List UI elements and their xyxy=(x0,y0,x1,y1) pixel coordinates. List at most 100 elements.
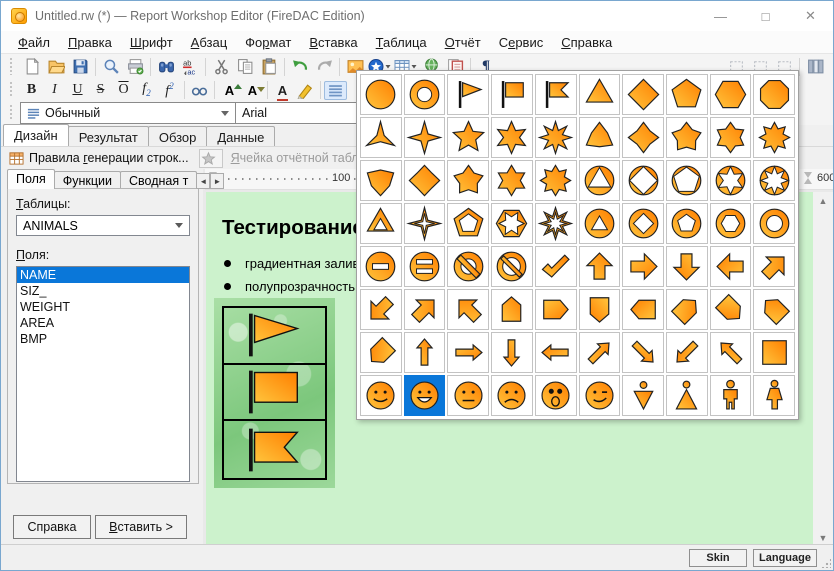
shape-circle-minus[interactable] xyxy=(360,246,402,287)
shape-blunt-arrow-nw[interactable] xyxy=(753,289,795,330)
shape-person-man[interactable] xyxy=(710,375,752,416)
shape-square[interactable] xyxy=(753,332,795,373)
replace-button[interactable]: abac xyxy=(178,56,202,78)
right-indent-marker[interactable] xyxy=(803,172,812,186)
menu-item[interactable]: Отчёт xyxy=(436,33,490,52)
insert-button[interactable]: Вставить > xyxy=(95,515,187,539)
shape-arrow-up-right[interactable] xyxy=(753,246,795,287)
menu-item[interactable]: Формат xyxy=(236,33,300,52)
shape-thin-arrow-nw[interactable] xyxy=(710,332,752,373)
shape-circle-hole-hexagon[interactable] xyxy=(710,203,752,244)
shape-star4-frame[interactable] xyxy=(404,203,446,244)
shape-pentagon[interactable] xyxy=(666,74,708,115)
shape-puff8[interactable] xyxy=(753,117,795,158)
paste-button[interactable] xyxy=(257,56,281,78)
shape-checkmark[interactable] xyxy=(535,246,577,287)
justify-button[interactable] xyxy=(324,81,347,100)
shape-round6[interactable] xyxy=(491,160,533,201)
menu-item[interactable]: Шрифт xyxy=(121,33,182,52)
shape-circle-hole-circle[interactable] xyxy=(753,203,795,244)
shape-arrow-up[interactable] xyxy=(579,246,621,287)
help-button[interactable]: Справка xyxy=(13,515,91,539)
shape-flag-swallowtail[interactable] xyxy=(535,74,577,115)
menu-item[interactable]: Вставка xyxy=(300,33,366,52)
shape-thin-arrow-up[interactable] xyxy=(404,332,446,373)
subscript-button[interactable]: f2 xyxy=(135,81,158,100)
overline-button[interactable]: O xyxy=(112,81,135,100)
shape-circle[interactable] xyxy=(360,74,402,115)
shape-diamond[interactable] xyxy=(622,74,664,115)
shape-flag-rect[interactable] xyxy=(491,74,533,115)
shape-star5[interactable] xyxy=(447,117,489,158)
shape-smiley-surprised[interactable] xyxy=(535,375,577,416)
shape-person-woman[interactable] xyxy=(753,375,795,416)
shape-smiley-neutral[interactable] xyxy=(447,375,489,416)
toolbar-grip[interactable] xyxy=(9,82,16,97)
paragraph-style-combo[interactable]: Обычный xyxy=(20,102,236,124)
tables-combo[interactable]: ANIMALS xyxy=(16,215,190,236)
maximize-button[interactable]: □ xyxy=(743,1,788,31)
shape-thin-arrow-sw[interactable] xyxy=(666,332,708,373)
shape-no-entry-thin[interactable] xyxy=(491,246,533,287)
field-list-item[interactable]: SIZ_ xyxy=(17,283,189,299)
undo-button[interactable] xyxy=(288,56,312,78)
field-list-item[interactable]: WEIGHT xyxy=(17,299,189,315)
shape-person-down[interactable] xyxy=(622,375,664,416)
shape-arrow-ne-2[interactable] xyxy=(404,289,446,330)
shape-blunt-arrow-up[interactable] xyxy=(491,289,533,330)
scroll-up-arrow[interactable]: ▲ xyxy=(813,192,833,209)
resize-grip[interactable] xyxy=(821,558,831,568)
shape-no-entry-thick[interactable] xyxy=(447,246,489,287)
find-button[interactable] xyxy=(154,56,178,78)
shape-person-up[interactable] xyxy=(666,375,708,416)
view-tab[interactable]: Результат xyxy=(68,126,149,146)
shape-arrow-up-left[interactable] xyxy=(447,289,489,330)
menu-item[interactable]: Файл xyxy=(9,33,59,52)
shape-smiley-wink[interactable] xyxy=(579,375,621,416)
shape-star8-frame[interactable] xyxy=(535,203,577,244)
shape-blunt-arrow-down[interactable] xyxy=(579,289,621,330)
shape-thin-arrow-ne[interactable] xyxy=(579,332,621,373)
view-tab[interactable]: Дизайн xyxy=(3,124,69,146)
shape-blunt-arrow-sw[interactable] xyxy=(360,332,402,373)
view-tab[interactable]: Данные xyxy=(206,126,275,146)
readability-button[interactable] xyxy=(188,81,211,100)
field-list-item[interactable]: NAME xyxy=(17,267,189,283)
shape-arrow-down-left[interactable] xyxy=(360,289,402,330)
shape-smiley-grin[interactable] xyxy=(404,375,446,416)
shape-circle-hole-pentagon[interactable] xyxy=(666,203,708,244)
shape-round4[interactable] xyxy=(404,160,446,201)
shape-round5[interactable] xyxy=(447,160,489,201)
font-color-button[interactable]: A xyxy=(271,81,294,100)
shape-blunt-arrow-se[interactable] xyxy=(710,289,752,330)
save-button[interactable] xyxy=(68,56,92,78)
shape-ring[interactable] xyxy=(404,74,446,115)
shape-triangle[interactable] xyxy=(579,74,621,115)
minimize-button[interactable]: — xyxy=(698,1,743,31)
menu-item[interactable]: Таблица xyxy=(367,33,436,52)
open-button[interactable] xyxy=(44,56,68,78)
tab-scroll-right-button[interactable]: ► xyxy=(210,173,224,189)
fields-panel-tab[interactable]: Сводная т xyxy=(120,171,197,189)
shape-puff3[interactable] xyxy=(579,117,621,158)
font-up-button[interactable]: A xyxy=(218,81,241,100)
preview-button[interactable] xyxy=(99,56,123,78)
italic-button[interactable]: I xyxy=(43,81,66,100)
highlight-button[interactable] xyxy=(294,81,317,100)
shape-round3[interactable] xyxy=(360,160,402,201)
view-tab[interactable]: Обзор xyxy=(148,126,208,146)
shape-puff4[interactable] xyxy=(622,117,664,158)
shape-smiley-smile[interactable] xyxy=(360,375,402,416)
shape-triangle-frame[interactable] xyxy=(360,203,402,244)
language-button[interactable]: Language xyxy=(753,549,817,567)
shape-circle-cut-star8[interactable] xyxy=(753,160,795,201)
shape-circle-cut-pentagon[interactable] xyxy=(666,160,708,201)
field-list-item[interactable]: BMP xyxy=(17,331,189,347)
menu-item[interactable]: Правка xyxy=(59,33,121,52)
field-list-item[interactable]: AREA xyxy=(17,315,189,331)
shape-circle-hole-triangle[interactable] xyxy=(579,203,621,244)
shape-round8[interactable] xyxy=(535,160,577,201)
shape-blunt-arrow-left[interactable] xyxy=(622,289,664,330)
favorite-star-button[interactable] xyxy=(199,149,223,168)
shape-thin-arrow-right[interactable] xyxy=(447,332,489,373)
